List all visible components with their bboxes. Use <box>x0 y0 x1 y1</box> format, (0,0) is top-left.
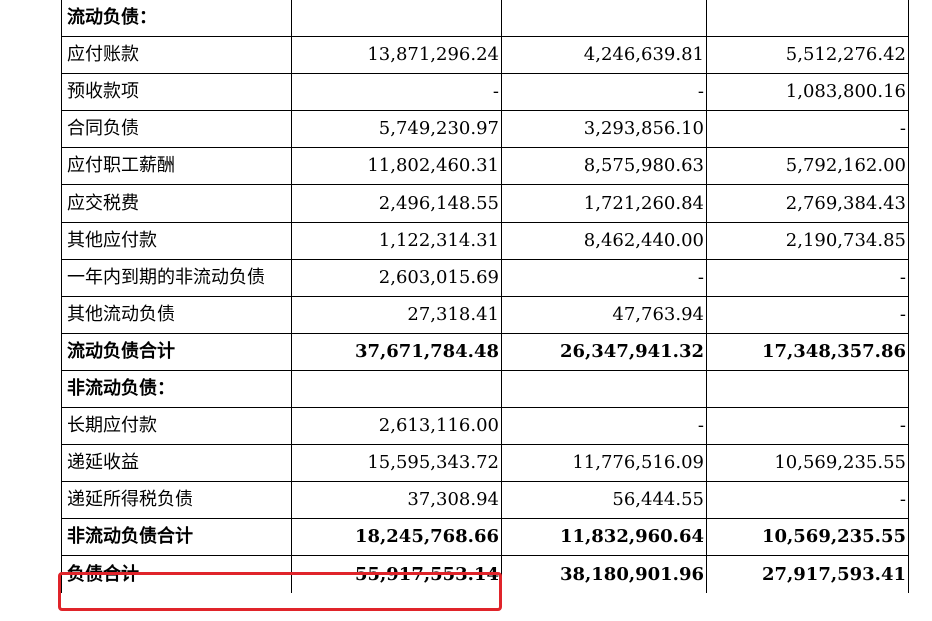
value-cell-col1 <box>291 369 502 409</box>
table-row: 应付账款 13,871,296.24 4,246,639.81 5,512,276.4… <box>61 36 909 75</box>
row-label: 流动负债： <box>61 0 292 38</box>
value-cell-col3: 5,792,162.00 <box>706 147 909 186</box>
value-cell-col1: 55,917,553.14 <box>291 555 502 593</box>
value-cell-col1: 1,122,314.31 <box>291 221 502 260</box>
value-cell-col1: 11,802,460.31 <box>291 147 502 186</box>
value-cell-col2: 38,180,901.96 <box>501 555 707 593</box>
value-cell-col1 <box>291 0 502 38</box>
value-cell-col2: - <box>501 407 707 446</box>
value-cell-col1: 15,595,343.72 <box>291 444 502 483</box>
value-cell-col1: 18,245,768.66 <box>291 518 502 557</box>
table-row: 非流动负债： <box>61 369 909 409</box>
value-cell-col2: 8,462,440.00 <box>501 221 707 260</box>
table-row: 应交税费 2,496,148.55 1,721,260.84 2,769,384.43 <box>61 184 909 223</box>
value-cell-col1: 5,749,230.97 <box>291 110 502 149</box>
value-cell-col1: 27,318.41 <box>291 295 502 334</box>
table-row: 流动负债合计 37,671,784.48 26,347,941.32 17,348,3… <box>61 332 909 371</box>
row-label: 一年内到期的非流动负债 <box>61 258 292 297</box>
row-label: 其他应付款 <box>61 221 292 260</box>
value-cell-col3: 1,083,800.16 <box>706 73 909 112</box>
value-cell-col2: - <box>501 258 707 297</box>
table-row: 递延所得税负债 37,308.94 56,444.55- <box>61 481 909 520</box>
value-cell-col1: 37,308.94 <box>291 481 502 520</box>
value-cell-col2 <box>501 369 707 409</box>
value-cell-col2: 4,246,639.81 <box>501 36 707 75</box>
value-cell-col3: - <box>706 258 909 297</box>
value-cell-col1: 2,496,148.55 <box>291 184 502 223</box>
row-label: 合同负债 <box>61 110 292 149</box>
liabilities-table-body: 流动负债： 应付账款 13,871,296.24 4,246,639.81 5,512,… <box>61 0 909 593</box>
value-cell-col2: 26,347,941.32 <box>501 332 707 371</box>
row-label: 流动负债合计 <box>61 332 292 371</box>
value-cell-col1: 13,871,296.24 <box>291 36 502 75</box>
row-label: 预收款项 <box>61 73 292 112</box>
value-cell-col2 <box>501 0 707 38</box>
row-label: 非流动负债： <box>61 369 292 409</box>
value-cell-col3: 2,769,384.43 <box>706 184 909 223</box>
value-cell-col1: - <box>291 73 502 112</box>
value-cell-col2: 11,776,516.09 <box>501 444 707 483</box>
value-cell-col2: 3,293,856.10 <box>501 110 707 149</box>
table-row: 长期应付款 2,613,116.00- - <box>61 407 909 446</box>
value-cell-col2: 11,832,960.64 <box>501 518 707 557</box>
table-row: 预收款项 - -1,083,800.16 <box>61 73 909 112</box>
row-label: 应付账款 <box>61 36 292 75</box>
value-cell-col1: 2,603,015.69 <box>291 258 502 297</box>
value-cell-col3: 2,190,734.85 <box>706 221 909 260</box>
table-row: 合同负债 5,749,230.97 3,293,856.10- <box>61 110 909 149</box>
value-cell-col3: 10,569,235.55 <box>706 444 909 483</box>
value-cell-col2: 1,721,260.84 <box>501 184 707 223</box>
value-cell-col3: - <box>706 295 909 334</box>
value-cell-col3: - <box>706 481 909 520</box>
table-row: 其他应付款 1,122,314.31 8,462,440.00 2,190,734.8… <box>61 221 909 260</box>
value-cell-col2: 8,575,980.63 <box>501 147 707 186</box>
value-cell-col3: - <box>706 110 909 149</box>
row-label: 递延收益 <box>61 444 292 483</box>
value-cell-col3 <box>706 369 909 409</box>
table-row: 递延收益 15,595,343.72 11,776,516.09 10,569,235… <box>61 444 909 483</box>
value-cell-col3: 5,512,276.42 <box>706 36 909 75</box>
value-cell-col1: 2,613,116.00 <box>291 407 502 446</box>
row-label: 应交税费 <box>61 184 292 223</box>
liabilities-table: 流动负债： 应付账款 13,871,296.24 4,246,639.81 5,512,… <box>61 0 909 593</box>
row-label: 应付职工薪酬 <box>61 147 292 186</box>
table-row: 一年内到期的非流动负债 2,603,015.69- - <box>61 258 909 297</box>
row-label: 长期应付款 <box>61 407 292 446</box>
table-row: 负债合计 55,917,553.14 38,180,901.96 27,917,593… <box>61 555 909 593</box>
value-cell-col3: 10,569,235.55 <box>706 518 909 557</box>
row-label: 非流动负债合计 <box>61 518 292 557</box>
value-cell-col3: 27,917,593.41 <box>706 555 909 593</box>
value-cell-col3: 17,348,357.86 <box>706 332 909 371</box>
row-label: 负债合计 <box>61 555 292 593</box>
table-row: 其他流动负债 27,318.41 47,763.94- <box>61 295 909 334</box>
value-cell-col1: 37,671,784.48 <box>291 332 502 371</box>
value-cell-col2: - <box>501 73 707 112</box>
table-row: 非流动负债合计 18,245,768.66 11,832,960.64 10,569,… <box>61 518 909 557</box>
row-label: 其他流动负债 <box>61 295 292 334</box>
row-label: 递延所得税负债 <box>61 481 292 520</box>
value-cell-col2: 47,763.94 <box>501 295 707 334</box>
table-row: 流动负债： <box>61 0 909 38</box>
value-cell-col3 <box>706 0 909 38</box>
value-cell-col3: - <box>706 407 909 446</box>
table-row: 应付职工薪酬 11,802,460.31 8,575,980.63 5,792,162… <box>61 147 909 186</box>
value-cell-col2: 56,444.55 <box>501 481 707 520</box>
